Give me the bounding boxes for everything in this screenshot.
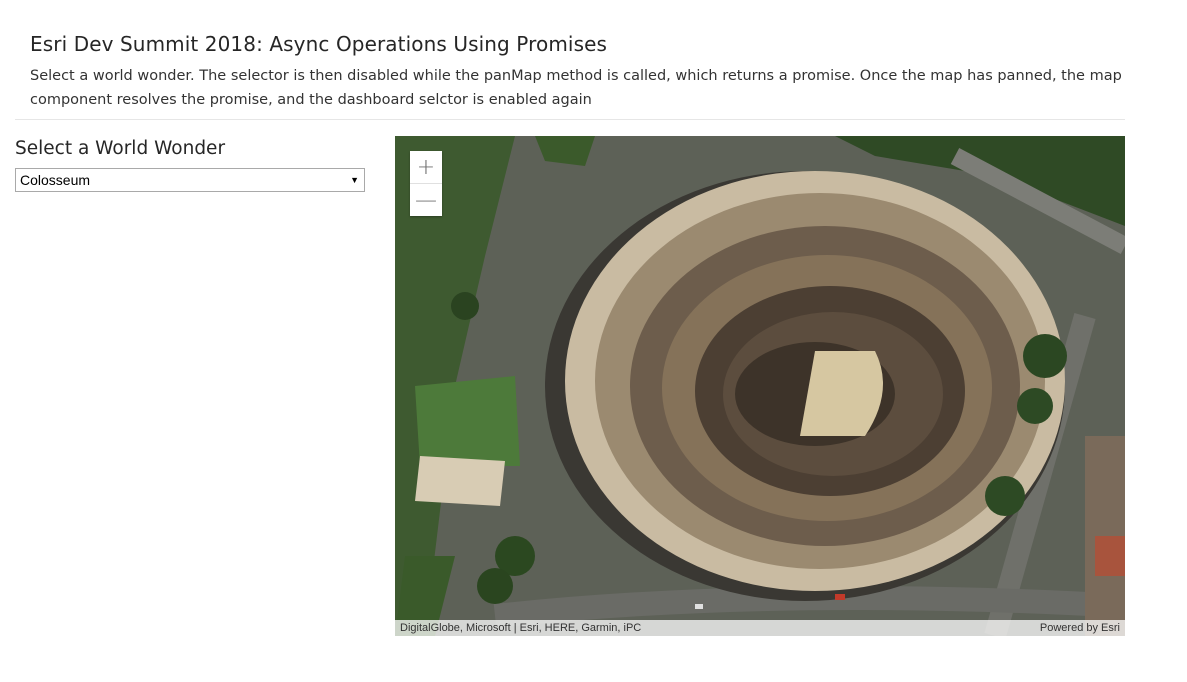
page-description: Select a world wonder. The selector is t… [30,68,1122,108]
map-view[interactable]: + — DigitalGlobe, Microsoft | Esri, HERE… [395,136,1125,636]
attribution-text[interactable]: DigitalGlobe, Microsoft | Esri, HERE, Ga… [400,620,641,636]
selector-heading: Select a World Wonder [15,138,226,159]
aerial-imagery [395,136,1125,636]
page-title: Esri Dev Summit 2018: Async Operations U… [30,32,608,56]
zoom-out-button[interactable]: — [410,183,442,216]
powered-by-esri-link[interactable]: Powered by Esri [1040,620,1120,636]
zoom-in-button[interactable]: + [410,151,442,183]
dropdown-arrow-icon: ▼ [350,175,359,185]
wonder-selector-panel: Select a World Wonder Colosseum ▼ [15,136,365,192]
world-wonder-select[interactable]: Colosseum ▼ [15,168,365,192]
map-attribution-bar: DigitalGlobe, Microsoft | Esri, HERE, Ga… [395,620,1125,636]
selected-wonder: Colosseum [20,172,91,188]
page-header: Esri Dev Summit 2018: Async Operations U… [30,30,1125,112]
zoom-control: + — [410,151,442,216]
header-divider [15,119,1125,120]
